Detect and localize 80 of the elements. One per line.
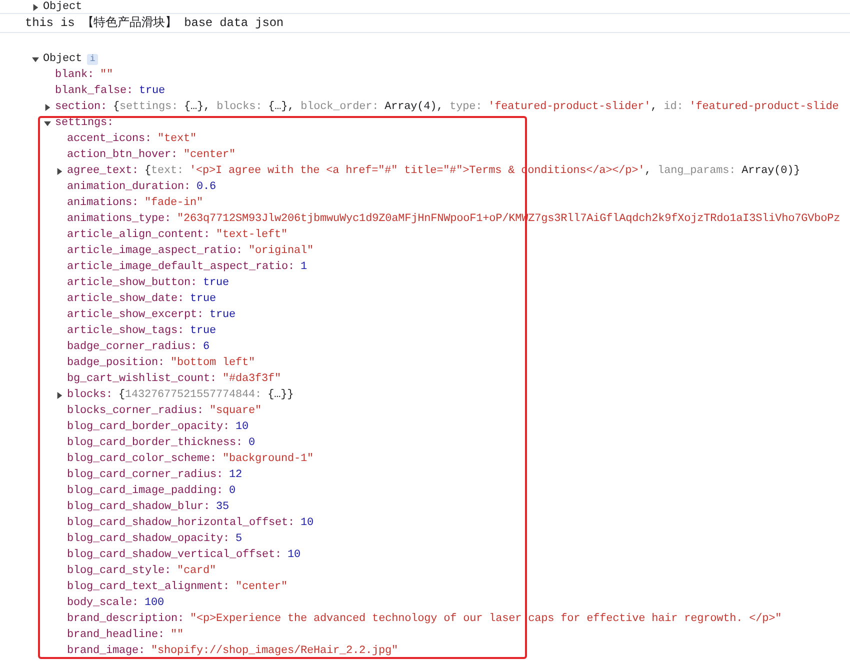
property-key: article_show_date: bbox=[67, 291, 184, 307]
property-key: badge_position: bbox=[67, 355, 165, 371]
property-value: 6 bbox=[203, 340, 210, 355]
property-key: animations_type: bbox=[67, 211, 172, 227]
property-value: true bbox=[190, 292, 216, 307]
property-value: "text" bbox=[158, 132, 197, 147]
property-key: blog_card_border_opacity: bbox=[67, 419, 230, 435]
property-key: blog_card_corner_radius: bbox=[67, 467, 224, 483]
property-value: 12 bbox=[229, 468, 242, 483]
property-key: brand_description: bbox=[67, 611, 184, 627]
caret-down-icon[interactable] bbox=[44, 120, 51, 126]
caret-right-icon[interactable] bbox=[56, 168, 63, 174]
property-value: 35 bbox=[216, 500, 230, 515]
property-value: true bbox=[139, 84, 166, 99]
property-value: "<p>Experience the advanced technology of our laser caps for effective hair regrowth. </p>" bbox=[190, 612, 782, 627]
property-value: true bbox=[210, 308, 236, 323]
property-key: blog_card_border_thickness: bbox=[67, 435, 243, 451]
property-value: true bbox=[203, 276, 230, 291]
property-value: 1 bbox=[300, 260, 308, 275]
property-key: blank: bbox=[55, 67, 94, 83]
property-key: blog_card_shadow_horizontal_offset: bbox=[67, 515, 295, 531]
property-value: 0.6 bbox=[196, 180, 216, 195]
property-key: blog_card_shadow_vertical_offset: bbox=[67, 547, 282, 563]
property-key: brand_image: bbox=[67, 643, 146, 659]
property-value: "square" bbox=[210, 404, 262, 419]
property-key: brand_headline: bbox=[67, 627, 165, 643]
property-value: "bottom left" bbox=[170, 356, 256, 371]
property-value: "#da3f3f" bbox=[222, 372, 282, 387]
property-value: "center" bbox=[236, 580, 288, 595]
property-key: blocks_corner_radius: bbox=[67, 403, 204, 419]
property-key: accent_icons: bbox=[67, 131, 152, 147]
property-key: article_image_aspect_ratio: bbox=[67, 243, 243, 259]
property-key: article_show_tags: bbox=[67, 323, 184, 339]
property-key[interactable]: section: bbox=[55, 99, 108, 115]
property-value: 5 bbox=[236, 532, 242, 547]
property-key: blog_card_image_padding: bbox=[67, 483, 224, 499]
property-key: article_align_content: bbox=[67, 227, 210, 243]
property-key: blog_card_shadow_blur: bbox=[67, 499, 210, 515]
object-label[interactable]: Object bbox=[43, 0, 82, 14]
property-value: "" bbox=[100, 68, 114, 83]
caret-right-icon[interactable] bbox=[56, 392, 63, 398]
property-value: "text-left" bbox=[216, 228, 288, 243]
object-preview: {settings: {…}, blocks: {…}, block_order: Array(4), type: 'featured-product-slider', id: 'featured-product-slide bbox=[113, 100, 839, 115]
property-key: blank_false: bbox=[55, 83, 134, 99]
property-key: animation_duration: bbox=[67, 179, 191, 195]
caret-down-icon[interactable] bbox=[32, 56, 39, 62]
property-key: badge_corner_radius: bbox=[67, 339, 198, 355]
property-key: blog_card_text_alignment: bbox=[67, 579, 230, 595]
property-key[interactable]: settings: bbox=[55, 115, 114, 131]
property-key[interactable]: agree_text: bbox=[67, 163, 139, 179]
property-key: action_btn_hover: bbox=[67, 147, 178, 163]
property-value: "card" bbox=[177, 564, 216, 579]
property-key: body_scale: bbox=[67, 595, 139, 611]
property-value: 0 bbox=[229, 484, 236, 499]
log-message: this is 【特色产品滑块】 base data json bbox=[25, 15, 284, 32]
property-key: animations: bbox=[67, 195, 139, 211]
property-key: article_show_excerpt: bbox=[67, 307, 204, 323]
property-key: bg_cart_wishlist_count: bbox=[67, 371, 217, 387]
property-value: "center" bbox=[184, 148, 236, 163]
property-key: article_show_button: bbox=[67, 275, 198, 291]
property-value: 10 bbox=[300, 516, 314, 531]
property-value: 0 bbox=[248, 436, 256, 451]
property-value: "" bbox=[170, 628, 184, 643]
property-value: 100 bbox=[144, 596, 164, 611]
object-preview: {14327677521557774844: {…}} bbox=[118, 388, 294, 403]
caret-right-icon[interactable] bbox=[32, 4, 39, 10]
property-key: blog_card_color_scheme: bbox=[67, 451, 217, 467]
property-key: article_image_default_aspect_ratio: bbox=[67, 259, 295, 275]
property-key[interactable]: blocks: bbox=[67, 387, 113, 403]
property-key: blog_card_style: bbox=[67, 563, 172, 579]
property-value: true bbox=[190, 324, 216, 339]
property-value: "shopify://shop_images/ReHair_2.2.jpg" bbox=[151, 644, 398, 659]
property-value: "original" bbox=[248, 244, 314, 259]
property-value: 10 bbox=[288, 548, 301, 563]
property-value: "fade-in" bbox=[144, 196, 204, 211]
property-value: 10 bbox=[236, 420, 249, 435]
property-key: blog_card_shadow_opacity: bbox=[67, 531, 230, 547]
caret-right-icon[interactable] bbox=[44, 104, 51, 110]
object-label[interactable]: Object bbox=[43, 51, 82, 67]
property-value: "background-1" bbox=[222, 452, 314, 467]
